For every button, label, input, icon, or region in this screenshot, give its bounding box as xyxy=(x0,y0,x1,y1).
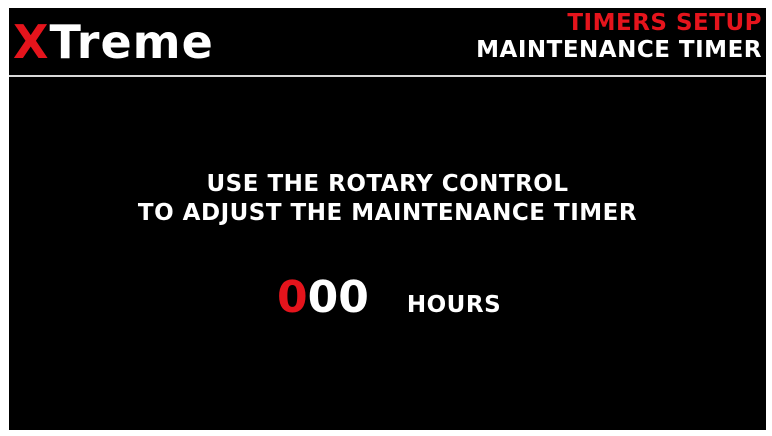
section-title: TIMERS SETUP xyxy=(567,10,762,36)
brand-logo: XTreme xyxy=(13,19,214,65)
timer-unit-label: HOURS xyxy=(406,292,502,318)
timer-digit-hundreds[interactable]: 0 xyxy=(277,276,308,320)
maintenance-timer-value[interactable]: 0 0 0 HOURS xyxy=(277,276,501,326)
timer-digit-units: 0 xyxy=(338,272,369,323)
timer-digit-tens: 0 xyxy=(307,272,339,323)
instructions: USE THE ROTARY CONTROL TO ADJUST THE MAI… xyxy=(9,170,766,228)
brand-logo-text: Treme xyxy=(49,15,214,69)
header: XTreme TIMERS SETUP MAINTENANCE TIMER xyxy=(9,8,766,75)
page-title: MAINTENANCE TIMER xyxy=(476,37,762,63)
brand-logo-x: X xyxy=(13,15,50,69)
instruction-line-1: USE THE ROTARY CONTROL xyxy=(206,171,569,197)
header-titles: TIMERS SETUP MAINTENANCE TIMER xyxy=(476,12,762,62)
instruction-line-2: TO ADJUST THE MAINTENANCE TIMER xyxy=(137,200,638,226)
header-divider xyxy=(9,75,766,77)
display-screen: XTreme TIMERS SETUP MAINTENANCE TIMER US… xyxy=(9,8,766,430)
